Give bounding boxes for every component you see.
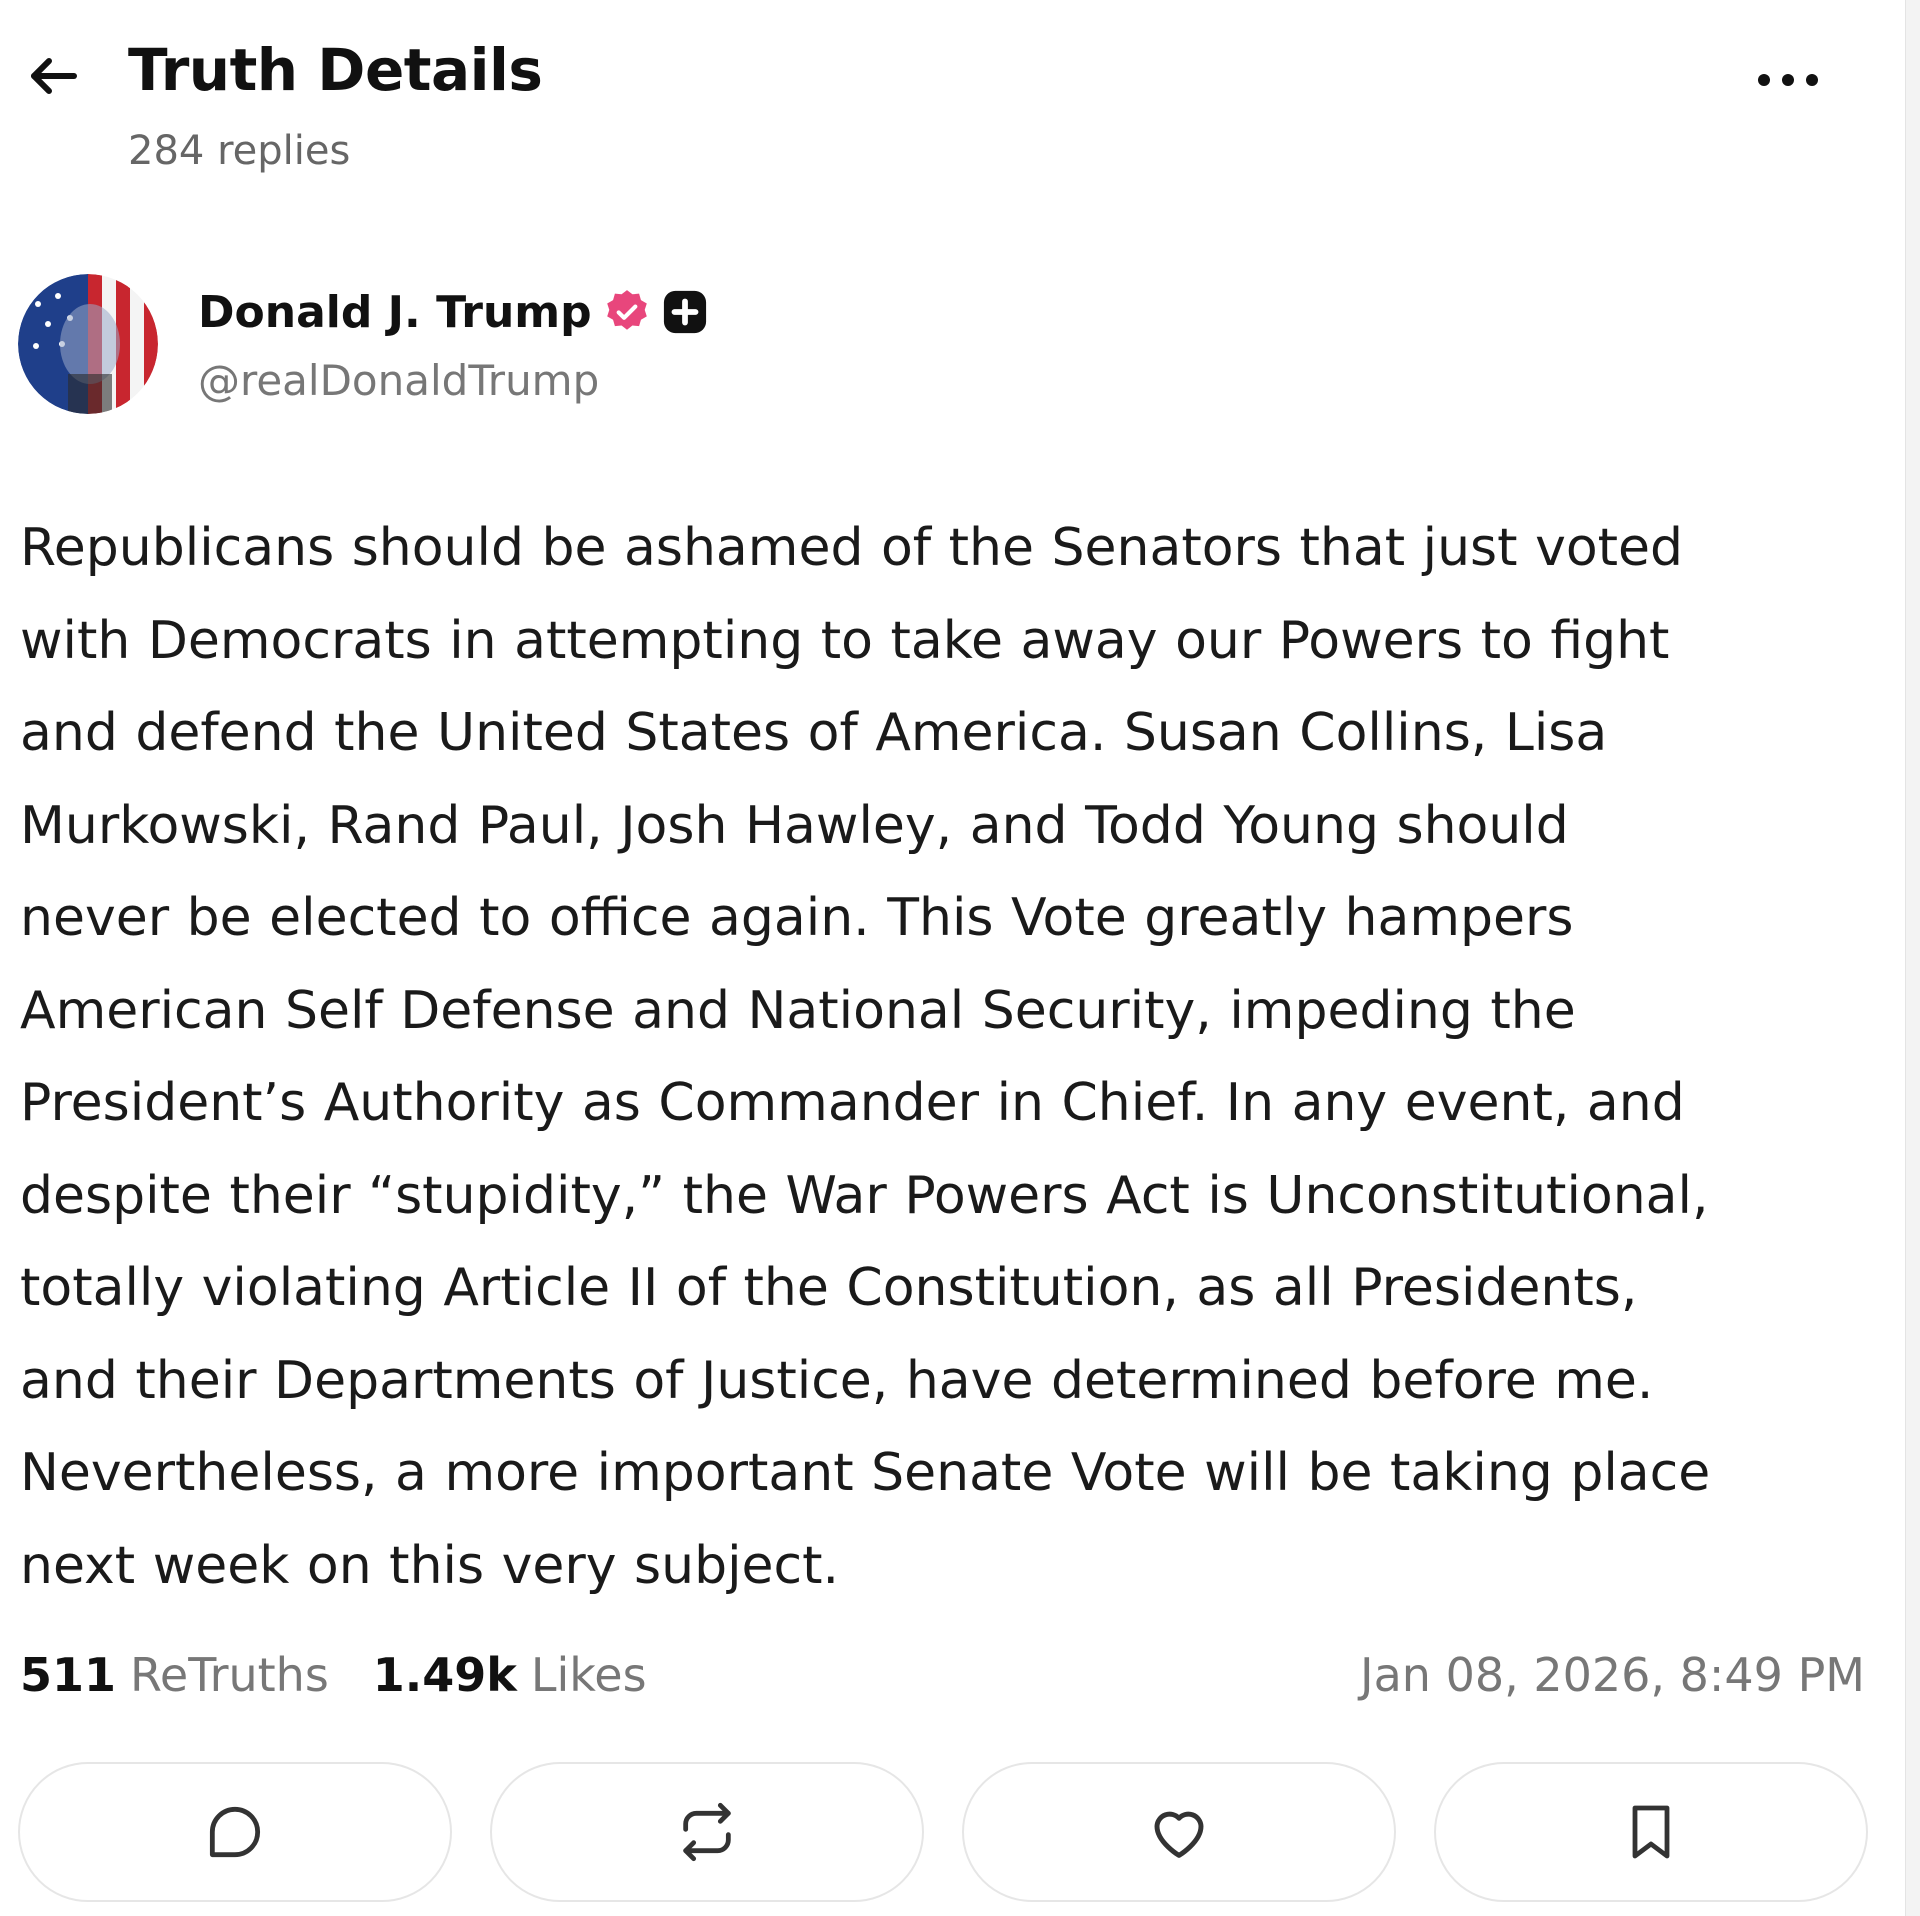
- post-line: Nevertheless, a more important Senate Vo…: [20, 1443, 1711, 1503]
- post-line: next week on this very subject.: [20, 1535, 840, 1596]
- page-header: Truth Details 284 replies: [0, 0, 1906, 200]
- reply-count: 284 replies: [128, 128, 351, 174]
- bookmark-icon: [1619, 1800, 1683, 1864]
- post-line: and their Departments of Justice, have d…: [20, 1350, 1654, 1411]
- back-button[interactable]: [18, 40, 90, 112]
- scrollbar-track[interactable]: [1905, 0, 1920, 1916]
- display-name[interactable]: Donald J. Trump: [198, 287, 592, 338]
- post-timestamp: Jan 08, 2026, 8:49 PM: [1360, 1648, 1865, 1702]
- post-line: totally violating Article II of the Cons…: [20, 1258, 1638, 1318]
- post-line: and defend the United States of America.…: [20, 703, 1608, 763]
- retruth-icon: [675, 1800, 739, 1864]
- user-handle[interactable]: @realDonaldTrump: [198, 356, 599, 405]
- likes-stat[interactable]: 1.49k Likes: [373, 1648, 647, 1702]
- post-body: Republicans should be ashamed of the Sen…: [20, 502, 1850, 1612]
- reply-icon: [203, 1800, 267, 1864]
- name-row: Donald J. Trump: [198, 282, 708, 342]
- post-line: never be elected to office again. This V…: [20, 888, 1574, 948]
- retruths-stat[interactable]: 511 ReTruths: [20, 1648, 329, 1702]
- heart-icon: [1146, 1799, 1212, 1865]
- verified-badge-icon: [602, 287, 652, 337]
- like-button[interactable]: [962, 1762, 1396, 1902]
- post-line: with Democrats in attempting to take awa…: [20, 610, 1670, 671]
- post-line: President’s Authority as Commander in Ch…: [20, 1073, 1685, 1133]
- arrow-left-icon: [24, 46, 84, 106]
- retruths-count: 511: [20, 1648, 117, 1702]
- retruths-label: ReTruths: [130, 1648, 329, 1702]
- likes-label: Likes: [530, 1648, 647, 1702]
- post-stats: 511 ReTruths 1.49k Likes Jan 08, 2026, 8…: [20, 1640, 1865, 1710]
- avatar[interactable]: [18, 274, 158, 414]
- post-line: American Self Defense and National Secur…: [20, 980, 1576, 1041]
- action-bar: [18, 1762, 1868, 1908]
- post-line: Murkowski, Rand Paul, Josh Hawley, and T…: [20, 795, 1569, 856]
- author-block: Donald J. Trump @realDonaldTrump: [0, 260, 1906, 430]
- more-options-button[interactable]: [1740, 50, 1836, 110]
- more-horizontal-icon: [1755, 71, 1821, 89]
- likes-count: 1.49k: [372, 1648, 517, 1702]
- post-line: Republicans should be ashamed of the Sen…: [20, 518, 1684, 578]
- plus-badge-icon: [662, 289, 708, 335]
- bookmark-button[interactable]: [1434, 1762, 1868, 1902]
- page-title: Truth Details: [128, 36, 543, 104]
- retruth-button[interactable]: [490, 1762, 924, 1902]
- post-line: despite their “stupidity,” the War Power…: [20, 1165, 1709, 1226]
- reply-button[interactable]: [18, 1762, 452, 1902]
